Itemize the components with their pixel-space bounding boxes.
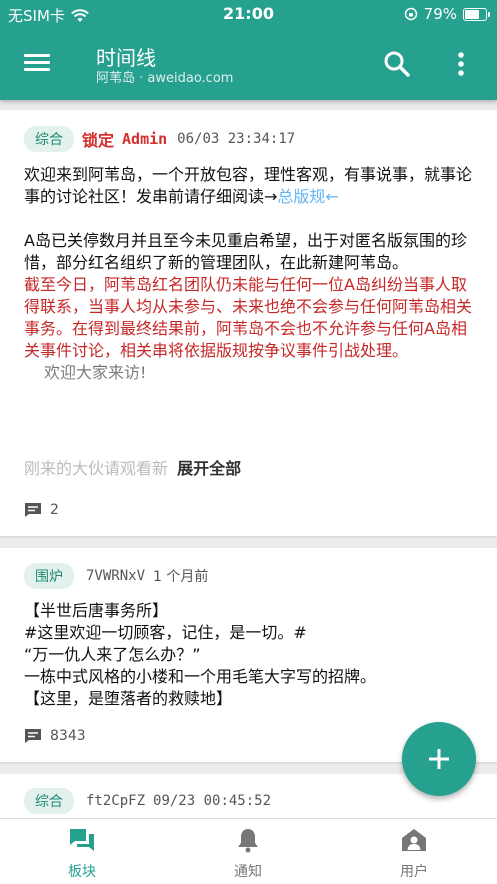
post-author: ft2CpFZ [86,793,146,809]
notice-paragraph: 截至今日，阿苇岛红名团队仍未能与任何一位A岛纠纷当事人取得联系，当事人均从未参与… [24,275,473,360]
nav-label: 板块 [68,864,96,880]
post-line: #这里欢迎一切顾客，记住，是一切。# [24,623,307,642]
reply-count-value: 8343 [50,728,86,744]
post-paragraph: 欢迎来到阿苇岛，一个开放包容，理性客观，有事说事，就事论事的讨论社区！发串前请仔… [24,165,473,206]
post-line: “万一仇人来了怎么办？” [24,645,201,664]
status-bar: 无SIM卡 21:00 79% [0,0,497,28]
forum-icon [70,829,94,851]
post-body: 【半世后唐事务所】 #这里欢迎一切顾客，记住，是一切。# “万一仇人来了怎么办？… [24,600,474,710]
post-line: 【半世后唐事务所】 [24,601,169,620]
post-card[interactable]: 综合 锁定 Admin 06/03 23:34:17 欢迎来到阿苇岛，一个开放包… [0,110,497,536]
comment-icon [25,729,41,743]
faded-text: 刚来的大伙请观看新 [24,459,169,478]
locked-badge: 锁定 [82,131,115,150]
menu-button[interactable] [22,50,52,78]
post-timestamp: 06/03 23:34:17 [177,131,296,147]
post-tag[interactable]: 围炉 [24,563,74,589]
post-line: 【这里，是堕落者的救赎地】 [24,689,233,708]
more-options-button[interactable] [451,50,471,78]
nav-label: 用户 [400,864,428,880]
bell-icon [238,829,258,853]
post-body: 欢迎来到阿苇岛，一个开放包容，理性客观，有事说事，就事论事的讨论社区！发串前请仔… [24,164,472,384]
search-icon [384,51,410,77]
new-post-button[interactable] [402,722,476,796]
post-paragraph: A岛已关停数月并且至今未见重启希望，出于对匿名版氛围的珍惜，部分红名组织了新的管… [24,231,467,272]
rules-link[interactable]: 总版规← [277,187,338,206]
reply-count: 2 [24,502,59,518]
search-button[interactable] [383,50,411,78]
nav-user[interactable]: 用户 [354,827,474,881]
plus-icon [429,749,449,769]
rotation-lock-icon [404,7,417,21]
page-subtitle: 阿苇岛 · aweidao.com [96,71,234,86]
battery-percent: 79% [423,5,457,23]
app-bar: 时间线 阿苇岛 · aweidao.com [0,28,497,100]
post-timestamp: 1 个月前 [153,569,209,585]
user-icon [402,829,426,851]
post-author: Admin [122,130,168,148]
nav-notifications[interactable]: 通知 [188,827,308,881]
nav-label: 通知 [234,864,262,880]
post-tag[interactable]: 综合 [24,788,74,814]
post-paragraph: 欢迎大家来访! [44,363,147,382]
expand-all-button[interactable]: 展开全部 [177,459,241,478]
post-timestamp: 09/23 00:45:52 [153,793,272,809]
reply-count-value: 2 [50,502,59,518]
more-vert-icon [458,52,464,76]
post-author: 7VWRNxV [86,568,146,584]
bottom-nav: 板块 通知 用户 [0,818,497,884]
post-line: 一栋中式风格的小楼和一个用毛笔大字写的招牌。 [24,667,377,686]
comment-icon [25,503,41,517]
post-tag[interactable]: 综合 [24,126,74,152]
reply-count: 8343 [24,728,86,744]
battery-icon [463,7,490,21]
nav-boards[interactable]: 板块 [22,827,142,881]
